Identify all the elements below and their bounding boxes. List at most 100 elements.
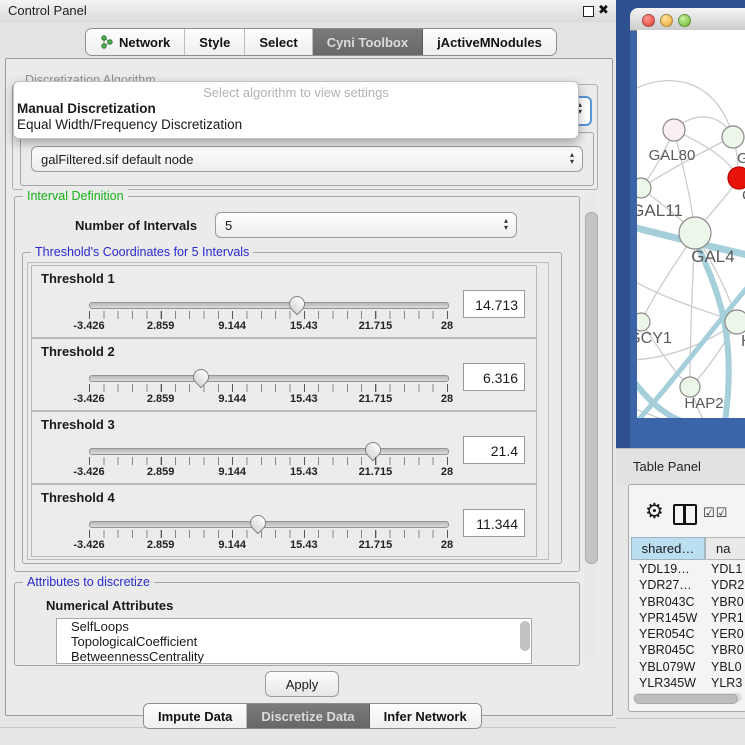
- threshold-2-panel: Threshold 2 -3.4262.859 9.14415.43 21.71…: [31, 338, 537, 411]
- table-row[interactable]: YBL079WYBL0: [631, 659, 745, 675]
- table-horizontal-scrollbar-thumb[interactable]: [634, 694, 738, 704]
- spinner-icon: ▴▾: [504, 217, 508, 231]
- threshold-1-panel: Threshold 1 -3.4262.859 9.14415.43 21.71…: [31, 265, 537, 338]
- control-panel-titlebar: Control Panel ✖: [0, 0, 616, 23]
- algorithm-dropdown-hint: Select algorithm to view settings: [14, 85, 578, 100]
- svg-text:GAL80: GAL80: [649, 147, 696, 164]
- tab-group: Network Style Select Cyni Toolbox jActiv…: [85, 28, 557, 56]
- tab-cyni-toolbox[interactable]: Cyni Toolbox: [313, 29, 423, 55]
- node-gal11[interactable]: [637, 178, 651, 198]
- node-gal80[interactable]: [663, 119, 685, 141]
- table-data-select[interactable]: galFiltered.sif default node ▴▾: [31, 146, 583, 172]
- svg-text:HAP2: HAP2: [684, 395, 723, 412]
- zoom-traffic-light-icon[interactable]: [678, 14, 691, 27]
- columns-icon[interactable]: [673, 504, 697, 525]
- column-header-name[interactable]: na: [705, 537, 745, 560]
- panel-vertical-scrollbar-thumb[interactable]: [585, 212, 598, 564]
- attributes-group-title: Attributes to discretize: [23, 575, 154, 589]
- table-row[interactable]: YER054CYER0: [631, 626, 745, 642]
- tab-impute-data[interactable]: Impute Data: [144, 704, 247, 728]
- svg-text:GA: GA: [737, 150, 745, 167]
- interval-definition-group-title: Interval Definition: [23, 189, 128, 203]
- tab-style[interactable]: Style: [185, 29, 245, 55]
- window-title: Control Panel: [8, 3, 87, 18]
- minimize-traffic-light-icon[interactable]: [660, 14, 673, 27]
- threshold-2-slider[interactable]: [89, 375, 449, 382]
- threshold-3-slider[interactable]: [89, 448, 449, 455]
- svg-text:GAL11: GAL11: [637, 201, 683, 220]
- table-row[interactable]: YDL19…YDL1: [631, 561, 745, 577]
- numerical-attributes-label: Numerical Attributes: [46, 598, 173, 613]
- bottom-tab-group: Impute Data Discretize Data Infer Networ…: [143, 703, 482, 729]
- threshold-3-value-field[interactable]: 21.4: [463, 436, 525, 464]
- column-header-shared[interactable]: shared…: [631, 537, 705, 560]
- close-traffic-light-icon[interactable]: [642, 14, 655, 27]
- spinner-icon: ▴▾: [570, 151, 574, 165]
- network-icon: [100, 35, 114, 49]
- float-window-icon[interactable]: [583, 6, 594, 17]
- slider-tick-labels: -3.4262.859 9.14415.43 21.71528: [89, 320, 447, 332]
- slider-tick-labels: -3.4262.859 9.14415.43 21.71528: [89, 539, 447, 551]
- number-of-intervals-select[interactable]: 5 ▴▾: [215, 212, 517, 238]
- table-header-row: shared… na: [631, 537, 745, 560]
- gear-icon[interactable]: ⚙: [645, 501, 664, 522]
- svg-text:GCY1: GCY1: [637, 330, 672, 347]
- table-data-value: galFiltered.sif default node: [41, 152, 193, 167]
- table-panel-header: Table Panel: [616, 448, 745, 485]
- table-horizontal-scrollbar[interactable]: [633, 693, 742, 702]
- threshold-2-value-field[interactable]: 6.316: [463, 363, 525, 391]
- slider-ticks: [89, 530, 447, 538]
- list-scrollbar-thumb[interactable]: [520, 621, 530, 651]
- threshold-1-slider[interactable]: [89, 302, 449, 309]
- table-row[interactable]: YBR045CYBR0: [631, 642, 745, 658]
- apply-button[interactable]: Apply: [265, 671, 339, 697]
- threshold-1-value-field[interactable]: 14.713: [463, 290, 525, 318]
- threshold-3-panel: Threshold 3 -3.4262.859 9.14415.43 21.71…: [31, 411, 537, 484]
- checkbox-icons[interactable]: ☑☑: [703, 505, 728, 521]
- tab-network[interactable]: Network: [86, 29, 185, 55]
- node-hap2[interactable]: [680, 377, 700, 397]
- table-row[interactable]: YPR145WYPR1: [631, 610, 745, 626]
- node-selected-red[interactable]: [728, 167, 745, 189]
- table-panel-title: Table Panel: [633, 459, 701, 474]
- threshold-4-slider[interactable]: [89, 521, 449, 528]
- table-body: YDL19…YDL1 YDR27…YDR2 YBR043CYBR0 YPR145…: [631, 561, 745, 708]
- network-window-titlebar: [630, 8, 745, 31]
- node-gal4[interactable]: [679, 217, 711, 249]
- tab-infer-network[interactable]: Infer Network: [370, 704, 481, 728]
- algorithm-option-equal-width[interactable]: Equal Width/Frequency Discretization: [17, 117, 242, 132]
- slider-ticks: [89, 384, 447, 392]
- slider-tick-labels: -3.4262.859 9.14415.43 21.71528: [89, 393, 447, 405]
- thresholds-group-title: Threshold's Coordinates for 5 Intervals: [31, 245, 253, 259]
- tab-select[interactable]: Select: [245, 29, 312, 55]
- slider-tick-labels: -3.4262.859 9.14415.43 21.71528: [89, 466, 447, 478]
- list-item[interactable]: SelfLoops: [57, 619, 531, 634]
- node-top-right[interactable]: [722, 126, 744, 148]
- threshold-4-panel: Threshold 4 -3.4262.859 9.14415.43 21.71…: [31, 484, 537, 557]
- svg-text:GAL4: GAL4: [691, 247, 734, 266]
- network-canvas[interactable]: GAL80 GA C GAL11 GAL4 GCY1 H HAP2: [637, 30, 745, 418]
- numerical-attributes-list[interactable]: SelfLoops TopologicalCoefficient Between…: [56, 618, 532, 664]
- tab-discretize-data[interactable]: Discretize Data: [247, 704, 369, 728]
- panel-vertical-scrollbar[interactable]: [584, 192, 597, 658]
- table-row[interactable]: YLR345WYLR3: [631, 675, 745, 691]
- table-data-group: Table Data galFiltered.sif default node …: [20, 132, 594, 186]
- table-panel: ⚙ ☑☑ shared… na YDL19…YDL1 YDR27…YDR2 YB…: [628, 484, 745, 712]
- slider-ticks: [89, 311, 447, 319]
- table-row[interactable]: YDR27…YDR2: [631, 577, 745, 593]
- tab-network-label: Network: [119, 35, 170, 50]
- list-item[interactable]: TopologicalCoefficient: [57, 634, 531, 649]
- right-panel-bottom-edge: [616, 718, 745, 719]
- algorithm-dropdown-popup: Select algorithm to view settings Manual…: [13, 81, 579, 139]
- top-tab-bar: Network Style Select Cyni Toolbox jActiv…: [0, 22, 616, 58]
- slider-ticks: [89, 457, 447, 465]
- number-of-intervals-label: Number of Intervals: [75, 218, 197, 233]
- tab-jactivemnodules[interactable]: jActiveMNodules: [423, 29, 556, 55]
- algorithm-option-manual[interactable]: Manual Discretization: [17, 101, 156, 116]
- node-h[interactable]: [725, 310, 745, 334]
- node-gcy1[interactable]: [637, 313, 650, 331]
- close-icon[interactable]: ✖: [598, 2, 609, 18]
- table-row[interactable]: YBR043CYBR0: [631, 594, 745, 610]
- threshold-4-value-field[interactable]: 11.344: [463, 509, 525, 537]
- list-item[interactable]: BetweennessCentrality: [57, 649, 531, 664]
